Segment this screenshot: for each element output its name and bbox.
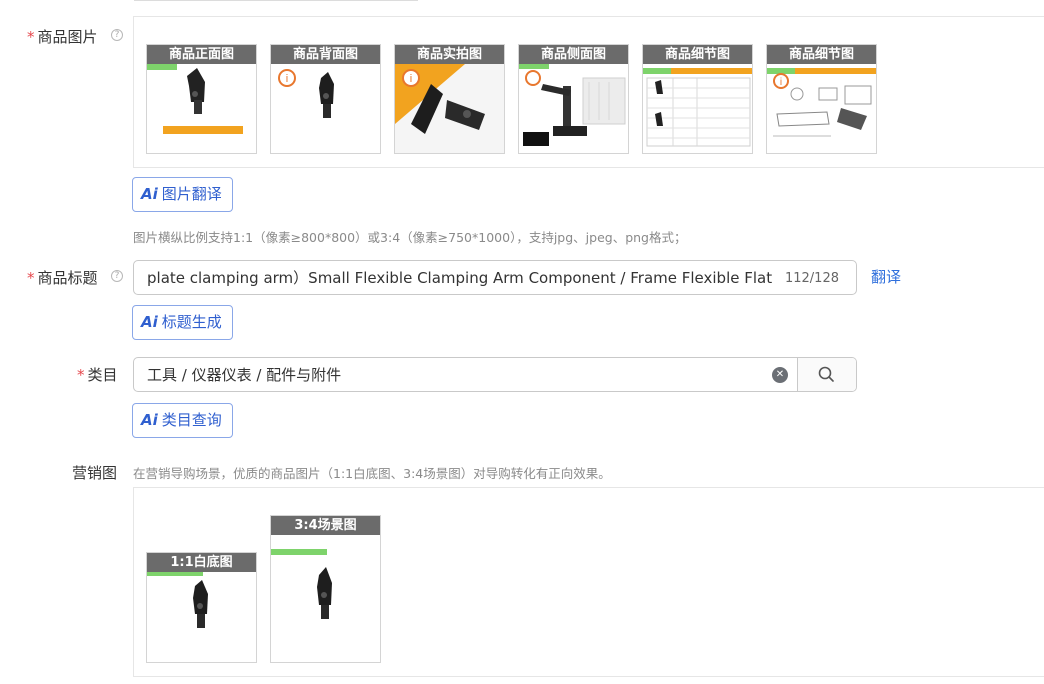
- help-circle-icon[interactable]: ?: [111, 270, 123, 282]
- marketing-image-scene[interactable]: 3:4场景图: [270, 515, 381, 663]
- thumb-caption: 1:1白底图: [147, 553, 256, 572]
- svg-text:i: i: [780, 77, 782, 88]
- thumb-caption: 商品实拍图: [395, 45, 504, 64]
- image-spec-hint: 图片横纵比例支持1:1（像素≥800*800）或3:4（像素≥750*1000）…: [133, 230, 687, 245]
- thumb-caption: 3:4场景图: [271, 516, 380, 535]
- clamp-product-image: [147, 64, 243, 134]
- product-images-panel: 商品正面图 商品背面图 i 商品实拍图 i 商品侧面图 商品细节图 商品细节图 …: [133, 16, 1044, 168]
- help-circle-icon[interactable]: ?: [111, 29, 123, 41]
- category-label: * 类目: [77, 366, 118, 384]
- clamp-product-image: i: [395, 64, 504, 153]
- marketing-images-panel: 1:1白底图 3:4场景图: [133, 487, 1044, 677]
- product-image-real[interactable]: 商品实拍图 i: [394, 44, 505, 154]
- product-image-back[interactable]: 商品背面图 i: [270, 44, 381, 154]
- ai-icon: Ai: [141, 185, 158, 203]
- product-image-detail-2[interactable]: 商品细节图 i: [766, 44, 877, 154]
- clamp-product-image: [271, 549, 332, 619]
- search-icon: [818, 366, 834, 382]
- product-title-label: * 商品标题: [27, 269, 98, 287]
- product-image-detail-1[interactable]: 商品细节图: [642, 44, 753, 154]
- clamp-product-image: [519, 64, 626, 146]
- svg-text:i: i: [286, 73, 288, 85]
- marketing-image-white-bg[interactable]: 1:1白底图: [146, 552, 257, 663]
- category-search-button[interactable]: [797, 358, 856, 391]
- title-char-counter: 112/128: [784, 271, 839, 286]
- thumb-caption: 商品正面图: [147, 45, 256, 64]
- marketing-images-label: 营销图: [72, 464, 118, 482]
- product-title-value[interactable]: plate clamping arm）Small Flexible Clampi…: [147, 261, 777, 294]
- product-title-input[interactable]: plate clamping arm）Small Flexible Clampi…: [133, 260, 857, 295]
- category-query-button[interactable]: Ai 类目查询: [132, 403, 233, 438]
- translate-link[interactable]: 翻译: [871, 266, 901, 287]
- detail-diagram-image: i: [767, 68, 876, 137]
- previous-field-border: [134, 0, 418, 1]
- thumb-caption: 商品背面图: [271, 45, 380, 64]
- thumb-caption: 商品细节图: [643, 45, 752, 64]
- product-images-label: * 商品图片: [27, 28, 98, 46]
- category-input[interactable]: 工具 / 仪器仪表 / 配件与附件 ✕: [133, 357, 857, 392]
- thumb-caption: 商品细节图: [767, 45, 876, 64]
- product-image-front[interactable]: 商品正面图: [146, 44, 257, 154]
- clear-circle-icon[interactable]: ✕: [772, 367, 788, 383]
- clamp-product-image: i: [278, 69, 334, 118]
- ai-icon: Ai: [141, 313, 158, 331]
- svg-text:i: i: [410, 73, 412, 85]
- product-image-side[interactable]: 商品侧面图: [518, 44, 629, 154]
- thumb-caption: 商品侧面图: [519, 45, 628, 64]
- image-translate-button[interactable]: Ai 图片翻译: [132, 177, 233, 212]
- detail-spec-sheet-image: [643, 68, 752, 147]
- ai-icon: Ai: [141, 411, 158, 429]
- clamp-product-image: [147, 572, 208, 628]
- category-value[interactable]: 工具 / 仪器仪表 / 配件与附件: [147, 358, 341, 391]
- title-generate-button[interactable]: Ai 标题生成: [132, 305, 233, 340]
- marketing-hint: 在营销导购场景，优质的商品图片（1:1白底图、3:4场景图）对导购转化有正向效果…: [133, 466, 611, 481]
